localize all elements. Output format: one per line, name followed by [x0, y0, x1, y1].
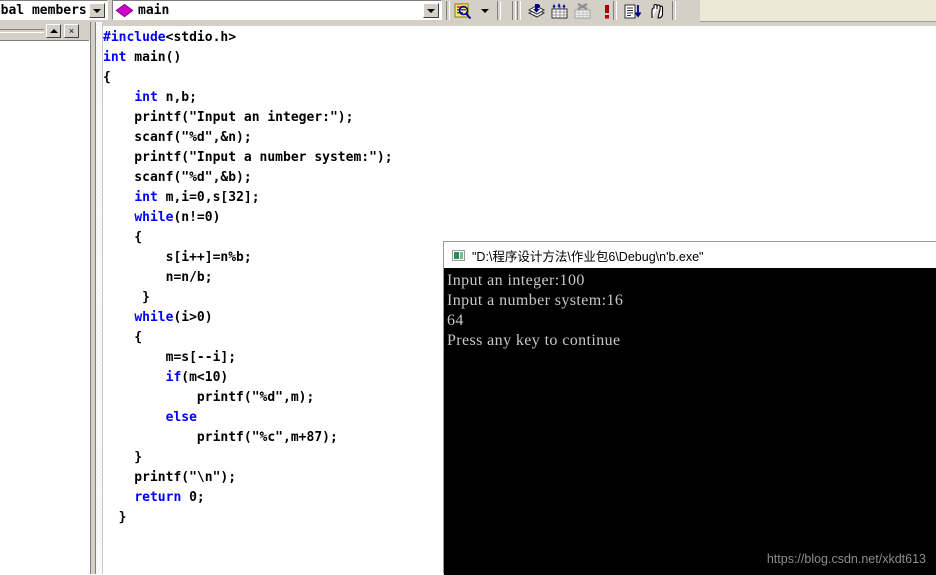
code-line: {: [103, 68, 936, 88]
compile-icon[interactable]: [525, 1, 547, 21]
code-text: {: [103, 330, 143, 345]
code-text: printf("Input a number system:");: [103, 150, 393, 165]
toolbar-separator: [613, 1, 617, 20]
code-text: }: [103, 450, 143, 465]
triangle-up-icon: [49, 29, 58, 33]
stop-build-icon: [571, 1, 593, 21]
code-text: (n!=0): [173, 210, 221, 225]
code-line: printf("Input a number system:");: [103, 148, 936, 168]
member-combo-dropdown-button[interactable]: [423, 3, 439, 18]
restore-button[interactable]: [46, 24, 61, 38]
code-keyword: if: [165, 370, 182, 385]
code-text: 0;: [181, 490, 205, 505]
code-text: printf("\n");: [103, 470, 237, 485]
chevron-down-icon: [427, 8, 435, 13]
code-line: int n,b;: [103, 88, 936, 108]
code-keyword: int: [134, 190, 158, 205]
code-text: <stdio.h>: [165, 30, 237, 45]
code-text: printf("%d",m);: [103, 390, 315, 405]
code-line: int main(): [103, 48, 936, 68]
console-window[interactable]: "D:\程序设计方法\作业包6\Debug\n'b.exe" Input an …: [443, 241, 936, 575]
globals-combo-dropdown-button[interactable]: [89, 3, 105, 18]
close-icon: ×: [68, 25, 75, 36]
find-in-files-icon[interactable]: [452, 1, 474, 21]
code-text: main(): [126, 50, 182, 65]
main-toolbar: lobal members main: [0, 0, 936, 23]
code-keyword: while: [134, 310, 174, 325]
code-text: (i>0): [173, 310, 213, 325]
toolbar-separator: [512, 1, 516, 20]
magenta-diamond-icon: [115, 3, 134, 17]
toolbar-separator: [672, 1, 676, 20]
member-combo[interactable]: main: [112, 0, 442, 20]
build-icon[interactable]: [548, 1, 570, 21]
code-line: scanf("%d",&n);: [103, 128, 936, 148]
console-app-icon: [452, 249, 465, 261]
code-keyword: return: [134, 490, 182, 505]
chevron-down-icon: [93, 8, 101, 13]
code-text: printf("%c",m+87);: [103, 430, 338, 445]
code-keyword: while: [134, 210, 174, 225]
code-line: printf("Input an integer:");: [103, 108, 936, 128]
code-text: m=s[--i];: [103, 350, 237, 365]
code-line: scanf("%d",&b);: [103, 168, 936, 188]
code-line: while(n!=0): [103, 208, 936, 228]
toolbar-empty-area: [700, 0, 936, 22]
console-title-bar[interactable]: "D:\程序设计方法\作业包6\Debug\n'b.exe": [444, 242, 936, 268]
code-text: printf("Input an integer:");: [103, 110, 354, 125]
toolbar-separator: [446, 1, 450, 20]
console-output: Input an integer:100 Input a number syst…: [444, 268, 936, 575]
code-text: s[i++]=n%b;: [103, 250, 252, 265]
code-text: n=n/b;: [103, 270, 213, 285]
code-keyword: int: [103, 50, 127, 65]
code-line: int m,i=0,s[32];: [103, 188, 936, 208]
watermark: https://blog.csdn.net/xkdt613: [766, 552, 926, 566]
go-debug-icon[interactable]: [621, 1, 643, 21]
code-keyword: int: [134, 90, 158, 105]
toolbar-separator: [517, 1, 521, 20]
console-title-text: "D:\程序设计方法\作业包6\Debug\n'b.exe": [472, 249, 704, 264]
code-text: {: [103, 70, 111, 85]
workspace-pane-body[interactable]: [0, 40, 89, 575]
insert-breakpoint-icon[interactable]: [645, 1, 667, 21]
code-preprocessor: #include: [103, 30, 166, 45]
code-text: }: [103, 510, 127, 525]
editor-scrollbar[interactable]: [91, 22, 96, 574]
globals-combo-value: lobal members: [0, 2, 87, 18]
code-text: scanf("%d",&n);: [103, 130, 252, 145]
toolbar-separator: [497, 1, 501, 20]
workspace-pane: ×: [0, 22, 91, 575]
close-button[interactable]: ×: [64, 24, 79, 38]
divider: [0, 29, 44, 33]
globals-combo[interactable]: lobal members: [0, 0, 108, 20]
code-text: {: [103, 230, 143, 245]
chevron-down-icon: [481, 9, 489, 13]
member-combo-value: main: [138, 2, 170, 18]
code-line: #include<stdio.h>: [103, 28, 936, 48]
workspace-pane-header: ×: [0, 22, 90, 40]
code-text: (m<10): [181, 370, 229, 385]
code-text: n,b;: [157, 90, 197, 105]
code-text: m,i=0,s[32];: [157, 190, 260, 205]
code-text: scanf("%d",&b);: [103, 170, 252, 185]
find-in-files-dropdown-button[interactable]: [474, 1, 496, 21]
code-text: }: [103, 290, 150, 305]
code-keyword: else: [165, 410, 197, 425]
